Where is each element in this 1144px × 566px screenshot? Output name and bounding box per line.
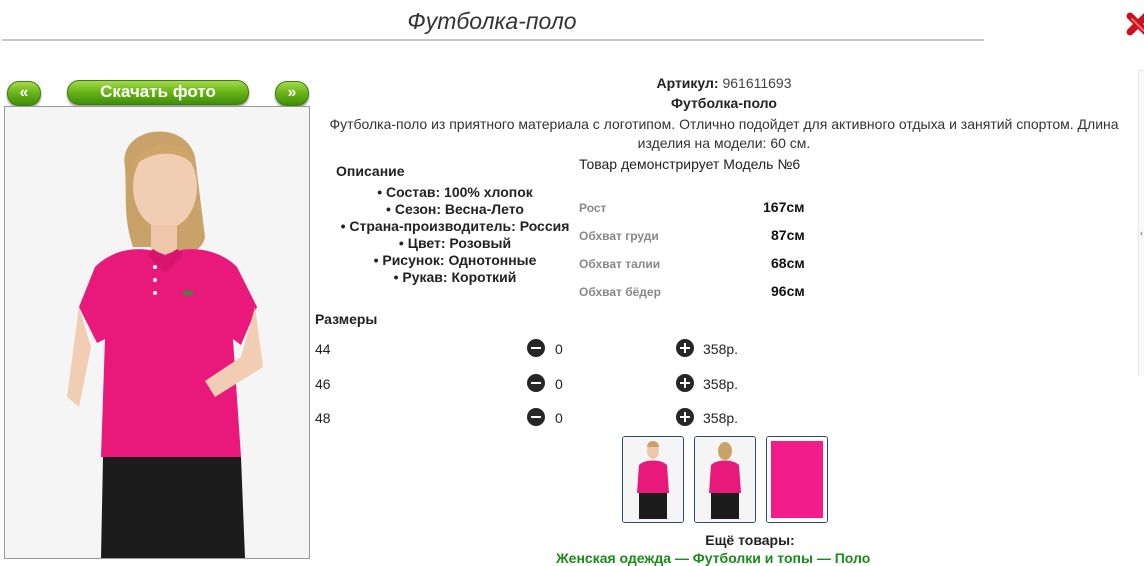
product-name: Футболка-поло — [671, 95, 777, 111]
product-photo[interactable] — [4, 106, 310, 559]
attribute-item: Рукав: Короткий — [320, 269, 590, 286]
size-row: 44 0 358р. — [315, 339, 795, 361]
more-link[interactable]: Поло — [835, 550, 871, 566]
plus-circle-icon[interactable] — [676, 374, 694, 392]
description-heading: Описание — [336, 163, 405, 179]
measurement-label: Обхват бёдер — [579, 285, 661, 299]
more-link[interactable]: Футболки и топы — [693, 550, 813, 566]
size-label: 48 — [315, 410, 331, 426]
price-value: 358р. — [703, 376, 739, 392]
model-image — [5, 107, 309, 558]
price-value: 358р. — [703, 341, 739, 357]
size-label: 44 — [315, 341, 331, 357]
scrollbar[interactable] — [1138, 70, 1144, 376]
measurement-label: Рост — [579, 201, 607, 215]
close-icon[interactable] — [1124, 10, 1144, 44]
quantity-value: 0 — [555, 410, 563, 426]
attribute-item: Страна-производитель: Россия — [320, 218, 590, 235]
thumbnail-front-image — [623, 437, 683, 522]
minus-circle-icon[interactable] — [527, 339, 545, 357]
measurement-label: Обхват груди — [579, 229, 659, 243]
attribute-item: Цвет: Розовый — [320, 235, 590, 252]
more-products-heading: Ещё товары: — [705, 532, 795, 548]
thumbnail-fabric-image — [767, 437, 827, 522]
measurement-value: 87см — [771, 227, 805, 243]
measurement-value: 96см — [771, 283, 805, 299]
plus-circle-icon[interactable] — [676, 339, 694, 357]
title-divider — [2, 39, 984, 41]
minus-circle-icon[interactable] — [527, 374, 545, 392]
quantity-value: 0 — [555, 376, 563, 392]
more-products-links: Женская одежда — Футболки и топы — Поло — [556, 550, 871, 566]
attribute-item: Сезон: Весна-Лето — [320, 201, 590, 218]
thumbnail-fabric[interactable] — [766, 436, 828, 523]
page-title: Футболка-поло — [407, 8, 577, 34]
thumbnail-back-image — [695, 437, 755, 522]
attribute-item: Рисунок: Однотонные — [320, 252, 590, 269]
prev-photo-button[interactable]: « — [7, 81, 41, 106]
scroll-arrow-icon[interactable]: ‹ — [1140, 228, 1143, 238]
minus-circle-icon[interactable] — [527, 408, 545, 426]
article-line: Артикул: 961611693 — [320, 75, 1128, 91]
product-description: Футболка-поло из приятного материала с л… — [329, 116, 1119, 151]
measurement-value: 167см — [763, 199, 805, 215]
size-row: 48 0 358р. — [315, 408, 795, 430]
price-value: 358р. — [703, 410, 739, 426]
plus-circle-icon[interactable] — [676, 408, 694, 426]
article-label: Артикул: — [656, 75, 719, 91]
sizes-heading: Размеры — [315, 311, 378, 327]
more-link[interactable]: Женская одежда — [556, 550, 671, 566]
download-photo-button[interactable]: Скачать фото — [67, 80, 249, 105]
article-value: 961611693 — [722, 75, 792, 91]
thumbnail-front[interactable] — [622, 436, 684, 523]
attribute-item: Состав: 100% хлопок — [320, 184, 590, 201]
next-photo-button[interactable]: » — [275, 81, 309, 106]
quantity-value: 0 — [555, 341, 563, 357]
model-note: Товар демонстрирует Модель №6 — [579, 156, 801, 172]
attribute-list: Состав: 100% хлопок Сезон: Весна-Лето Ст… — [320, 184, 590, 286]
measurement-label: Обхват талии — [579, 257, 661, 271]
size-label: 46 — [315, 376, 331, 392]
thumbnail-back[interactable] — [694, 436, 756, 523]
measurement-value: 68см — [771, 255, 805, 271]
size-row: 46 0 358р. — [315, 374, 795, 396]
